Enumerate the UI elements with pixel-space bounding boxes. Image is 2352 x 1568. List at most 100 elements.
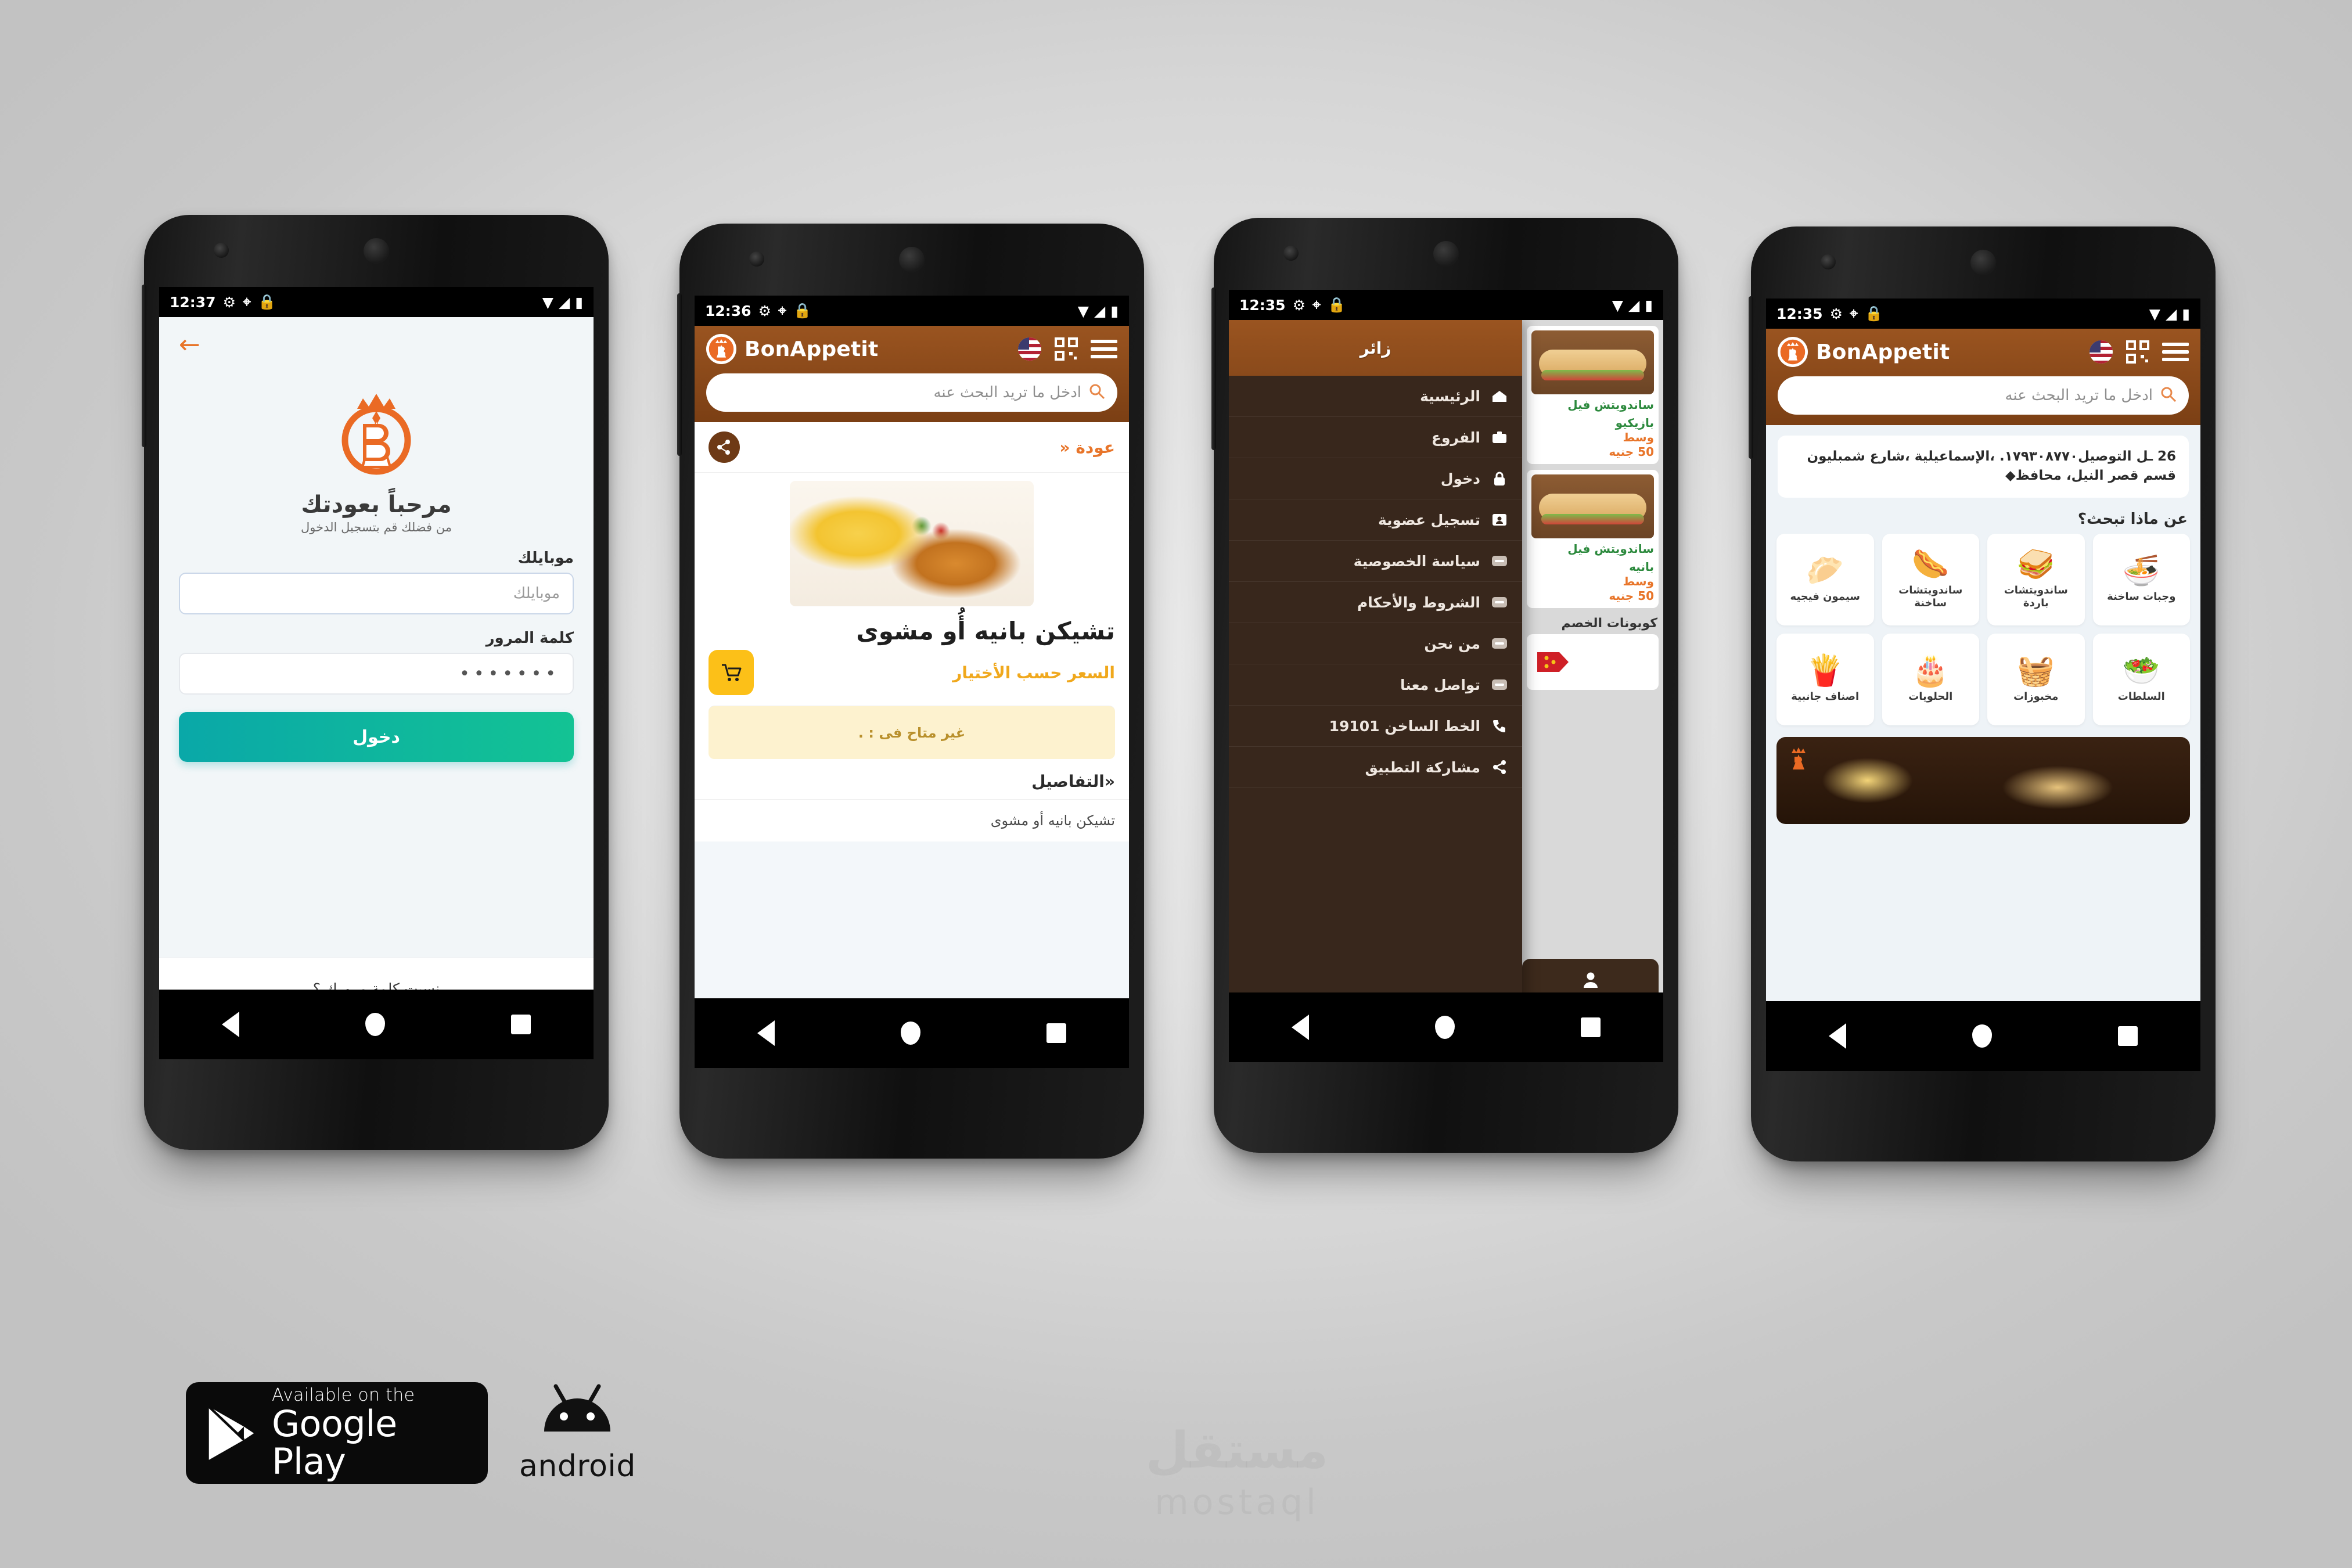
chevron-left-icon: « (1104, 772, 1115, 791)
category-label: ساندويتشات باردة (2004, 584, 2068, 609)
nav-recents-icon[interactable] (1046, 1023, 1066, 1043)
drawer-item-contact[interactable]: تواصل معنا (1229, 664, 1522, 706)
nav-back-icon[interactable] (757, 1020, 775, 1046)
forgot-password-link[interactable]: نسيت كلمة مرورك ؟ (159, 957, 594, 990)
mostaql-watermark: مستقل mostaql (976, 1400, 1498, 1545)
settings-tab[interactable]: الإعدادات (1522, 959, 1659, 992)
details-section-title[interactable]: «التفاصيل (695, 759, 1129, 800)
hamburger-menu-icon[interactable] (1091, 340, 1117, 358)
drawer-item-label: مشاركة التطبيق (1365, 758, 1480, 776)
google-play-small-label: Available on the (272, 1384, 415, 1405)
us-flag-icon[interactable] (2089, 340, 2113, 364)
category-label: سي‍مون فيجيه (1790, 590, 1860, 603)
drawer-item-hotline[interactable]: الخط الساخن 19101 (1229, 706, 1522, 747)
gear-icon: ⚙ (1829, 305, 1843, 322)
welcome-subtitle: من فضلك قم بتسجيل الدخول (301, 520, 452, 534)
product-page: عودة « تشيكن بانيه أُو مشوى السعر حسب ال… (695, 422, 1129, 998)
location-icon: ⌖ (1312, 296, 1321, 313)
category-card[interactable]: 🧺 مخبوزات (1987, 633, 2085, 725)
category-card[interactable]: 🍜 وجبات ساخنة (2092, 533, 2190, 625)
wifi-icon: ▼ (1077, 302, 1089, 319)
drawer-item-label: تواصل معنا (1400, 676, 1480, 693)
drawer-item-label: دخول (1440, 470, 1480, 487)
document-icon (1490, 555, 1509, 567)
category-card[interactable]: 🌭 ساندويتشات ساخنة (1882, 533, 1979, 625)
nav-recents-icon[interactable] (510, 1015, 531, 1034)
nav-home-icon[interactable] (365, 1013, 385, 1036)
coupons-section-title: كوبونات الخصم (1561, 616, 1657, 631)
search-prompt: عن ماذا تبحث؟ (2077, 510, 2188, 528)
drawer-item-about[interactable]: من نحن (1229, 623, 1522, 664)
dessert-icon: 🎂 (1911, 653, 1950, 688)
hot-meals-icon: 🍜 (2122, 553, 2160, 588)
drawer-item-share-app[interactable]: مشاركة التطبيق (1229, 747, 1522, 788)
category-card[interactable]: 🍟 اصناف جانبية (1776, 633, 1874, 725)
page-filler (695, 841, 1129, 998)
category-card[interactable]: 🎂 الحلويات (1882, 633, 1979, 725)
nav-back-icon[interactable] (1292, 1015, 1310, 1040)
add-to-cart-button[interactable] (709, 650, 754, 695)
delivery-address-card[interactable]: 26 ـل التوصيل١٧٩٣٠٨٧٧٠. ،الإسماعيلية ،شا… (1778, 436, 2189, 498)
document-icon (1490, 678, 1509, 691)
login-button[interactable]: دخول (179, 712, 574, 762)
android-navigation-bar (1766, 1001, 2200, 1071)
phone-drawer-screen: 12:35 ⚙ ⌖ 🔒 ▼ ◢ ▮ ساندويتش فيل بازيكيو و… (1229, 290, 1663, 992)
lock-icon: 🔒 (1328, 296, 1346, 313)
coupon-card[interactable] (1527, 634, 1659, 690)
category-card[interactable]: 🥪 ساندويتشات باردة (1987, 533, 2085, 625)
drawer-item-login[interactable]: دخول (1229, 458, 1522, 499)
nav-home-icon[interactable] (1972, 1024, 1992, 1048)
drawer-item-privacy[interactable]: سياسة الخصوصية (1229, 541, 1522, 582)
nav-back-icon[interactable] (1829, 1023, 1847, 1049)
nav-home-icon[interactable] (900, 1022, 920, 1045)
search-placeholder: ادخل ما تريد البحث عنه (2005, 387, 2153, 404)
category-card[interactable]: 🥗 السلطات (2092, 633, 2190, 725)
drawer-item-terms[interactable]: الشروط والأحكام (1229, 582, 1522, 623)
navigation-drawer: زائر الرئيسية الفروع دخول تسجيل عضوية سي… (1229, 320, 1522, 992)
nav-home-icon[interactable] (1434, 1016, 1455, 1039)
google-play-badge[interactable]: Available on the Google Play (186, 1382, 488, 1484)
product-thumbnail (1531, 330, 1654, 394)
brand-logo-block: مرحباً بعودتك من فضلك قم بتسجيل الدخول (179, 383, 574, 534)
category-label: الحلويات (1908, 690, 1953, 703)
nav-recents-icon[interactable] (1580, 1017, 1601, 1037)
home-icon (1490, 389, 1509, 403)
drawer-item-home[interactable]: الرئيسية (1229, 376, 1522, 417)
qr-code-icon[interactable] (2126, 340, 2149, 364)
android-robot-icon (544, 1384, 611, 1432)
hamburger-menu-icon[interactable] (2162, 343, 2189, 361)
back-button[interactable]: عودة « (1059, 438, 1115, 457)
search-input[interactable]: ادخل ما تريد البحث عنه (706, 373, 1117, 412)
drawer-item-register[interactable]: تسجيل عضوية (1229, 499, 1522, 541)
share-icon[interactable] (709, 431, 740, 463)
battery-icon: ▮ (575, 293, 583, 311)
drawer-item-branches[interactable]: الفروع (1229, 417, 1522, 458)
search-input[interactable]: ادخل ما تريد البحث عنه (1778, 376, 2189, 415)
product-card[interactable]: ساندويتش فيل بانيه وسط 50 جنيه (1527, 470, 1659, 608)
android-navigation-bar (159, 990, 594, 1059)
back-arrow-icon[interactable]: ← (179, 332, 574, 358)
lock-icon: 🔒 (793, 302, 812, 319)
status-bar: 12:37 ⚙ ⌖ 🔒 ▼ ◢ ▮ (159, 287, 594, 317)
product-thumbnail (1531, 474, 1654, 538)
front-camera-icon (214, 243, 229, 258)
category-card[interactable]: 🥟 سي‍مون فيجيه (1776, 533, 1874, 625)
discount-tag-icon (1537, 652, 1569, 672)
drawer-item-label: سياسة الخصوصية (1353, 552, 1480, 570)
gear-icon: ⚙ (1292, 296, 1306, 314)
password-input[interactable]: ••••••• (179, 653, 574, 695)
qr-code-icon[interactable] (1055, 337, 1078, 361)
product-card[interactable]: ساندويتش فيل بازيكيو وسط 50 جنيه (1527, 326, 1659, 464)
nav-back-icon[interactable] (222, 1012, 240, 1037)
battery-icon: ▮ (2182, 305, 2190, 322)
battery-icon: ▮ (1645, 296, 1653, 314)
mobile-input[interactable]: موبايلك (179, 573, 574, 614)
promo-banner[interactable] (1776, 736, 2190, 824)
front-camera-icon (1283, 246, 1299, 261)
drawer-item-label: الشروط والأحكام (1357, 594, 1480, 611)
android-label: android (519, 1448, 636, 1484)
nav-recents-icon[interactable] (2117, 1026, 2138, 1046)
earpiece-icon (364, 238, 389, 264)
us-flag-icon[interactable] (1017, 337, 1042, 361)
drawer-item-label: الفروع (1431, 429, 1480, 446)
